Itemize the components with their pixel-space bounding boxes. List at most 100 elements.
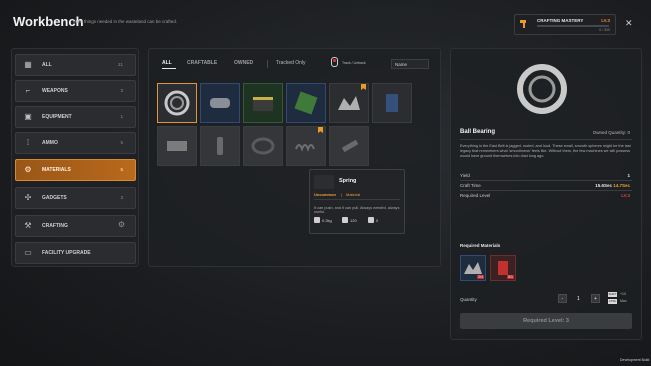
sidebar-item-materials[interactable]: ⚙ MATERIALS 5 [15, 159, 136, 181]
row-divider [460, 180, 632, 181]
item-slot-fuel-can[interactable] [372, 83, 412, 123]
craft-time-value: 15.6Sec 14.7Sec [595, 183, 630, 188]
metal-sheet-icon [167, 141, 187, 151]
sidebar-item-label: CRAFTING [42, 223, 68, 229]
wrench-icon: ⚒ [24, 221, 32, 230]
close-icon[interactable]: ✕ [625, 18, 633, 29]
sidebar-item-label: ALL [42, 62, 52, 68]
sidebar-item-all[interactable]: ▦ ALL 21 [15, 54, 136, 76]
material-count: 0/1 [507, 275, 514, 279]
recipe-grid-panel: ALL CRAFTABLE OWNED Tracked Only Track /… [148, 48, 441, 267]
fuel-can-icon [386, 94, 398, 112]
item-slot-metal-sheet[interactable] [157, 126, 197, 166]
craft-time-label: Craft Time [460, 183, 481, 188]
metal-pipe-icon [210, 98, 230, 108]
yield-label: Yield [460, 173, 470, 178]
sidebar-item-facility-upgrade[interactable]: ▭ FACILITY UPGRADE [15, 242, 136, 264]
owned-quantity: Owned Quantity: 0 [592, 130, 630, 135]
rope-coil-icon [251, 137, 275, 155]
ball-bearing-icon [164, 90, 190, 116]
shift-modifier: +10 [620, 292, 626, 296]
scrap-metal-icon [338, 96, 360, 110]
page-subtitle: Most things needed in the wasteland can … [73, 19, 178, 24]
item-details-panel: Ball Bearing Owned Quantity: 0 Everythin… [450, 48, 642, 340]
ammo-icon: ⁞ [26, 138, 30, 147]
craft-time-reduced: 14.7Sec [613, 183, 630, 188]
tab-owned[interactable]: OWNED [234, 60, 253, 66]
sidebar-item-crafting[interactable]: ⚒ CRAFTING ⚙ [15, 215, 136, 237]
tooltip-separator: | [341, 192, 343, 197]
material-count: 2/4 [477, 275, 484, 279]
active-tab-underline [162, 68, 176, 69]
mastery-label: CRAFTING MASTERY [537, 18, 584, 23]
item-tooltip: Spring Uncommon | Material It can push, … [309, 169, 405, 234]
required-level-label: Required Level [460, 193, 491, 198]
tooltip-type: Material [346, 192, 361, 197]
sort-dropdown[interactable]: Name [391, 59, 429, 69]
mastery-progress-text: 0 / 300 [599, 28, 610, 32]
value-icon [342, 217, 348, 223]
required-material-slot[interactable]: 2/4 [460, 255, 486, 281]
quantity-increase-button[interactable]: + [591, 294, 600, 303]
grid-icon: ▦ [24, 60, 32, 69]
required-material-slot[interactable]: 0/1 [490, 255, 516, 281]
quantity-value[interactable]: 1 [577, 296, 580, 302]
row-divider [460, 190, 632, 191]
sidebar-item-label: MATERIALS [42, 167, 71, 173]
battery-icon [253, 97, 273, 111]
spring-icon [314, 175, 334, 189]
sidebar-item-label: FACILITY UPGRADE [42, 250, 91, 256]
item-slot-pipe[interactable] [200, 83, 240, 123]
ctrl-key-hint: CTRL [608, 299, 617, 304]
quantity-label: Quantity [460, 297, 477, 302]
category-sidebar: ▦ ALL 21 ⌐ WEAPONS 3 ▣ EQUIPMENT 1 ⁞ AMM… [11, 48, 139, 267]
weight-icon [314, 217, 320, 223]
item-slot-spring[interactable] [286, 126, 326, 166]
ball-bearing-preview-icon [517, 64, 567, 114]
sidebar-item-count: 5 [120, 140, 123, 145]
vest-icon: ▣ [24, 112, 32, 121]
item-slot-glue-tube[interactable] [329, 126, 369, 166]
dev-build-label: Development Build [620, 358, 650, 362]
item-slot-ball-bearing[interactable] [157, 83, 197, 123]
sidebar-item-gadgets[interactable]: ✣ GADGETS 3 [15, 187, 136, 209]
required-materials-title: Required Materials [460, 243, 501, 248]
item-slot-rope[interactable] [243, 126, 283, 166]
spring-icon [295, 144, 315, 152]
track-untrack-hint: Track / Untrack [342, 61, 366, 65]
tab-all[interactable]: ALL [162, 60, 172, 66]
crafting-mastery-panel: CRAFTING MASTERY LV.3 0 / 300 [514, 14, 616, 35]
settings-gear-icon: ⚙ [117, 220, 125, 229]
tooltip-description: It can push, and it can pull. Always nee… [314, 206, 400, 214]
quantity-decrease-button[interactable]: - [558, 294, 567, 303]
shift-key-hint: SHIFT [608, 292, 617, 297]
gears-icon: ⚙ [24, 165, 32, 174]
tooltip-divider [314, 199, 400, 200]
tooltip-value: 120 [350, 218, 357, 223]
item-slot-circuit-board[interactable] [286, 83, 326, 123]
sidebar-item-label: AMMO [42, 140, 58, 146]
mastery-progress-bar [537, 25, 609, 27]
yield-value: 1 [627, 173, 630, 178]
sidebar-item-weapons[interactable]: ⌐ WEAPONS 3 [15, 80, 136, 102]
tab-craftable[interactable]: CRAFTABLE [187, 60, 217, 66]
tooltip-stack: 0 [376, 218, 379, 223]
item-slot-bottle[interactable] [200, 126, 240, 166]
gadget-icon: ✣ [24, 193, 32, 202]
item-slot-battery[interactable] [243, 83, 283, 123]
circuit-board-icon [294, 91, 318, 115]
tracked-only-toggle[interactable]: Tracked Only [276, 60, 306, 66]
sidebar-item-count: 5 [120, 167, 123, 172]
item-name: Ball Bearing [460, 129, 496, 135]
details-divider [460, 139, 632, 140]
sidebar-item-count: 3 [120, 88, 123, 93]
sidebar-item-ammo[interactable]: ⁞ AMMO 5 [15, 132, 136, 154]
item-description: Everything in the East Belt is jagged, r… [460, 144, 631, 158]
tooltip-weight: 0.2kg [322, 218, 332, 223]
item-slot-scrap-metal[interactable] [329, 83, 369, 123]
sidebar-item-equipment[interactable]: ▣ EQUIPMENT 1 [15, 106, 136, 128]
sidebar-item-count: 3 [120, 195, 123, 200]
bottle-icon [217, 137, 223, 155]
craft-button[interactable]: Required Level: 3 [460, 313, 632, 329]
required-level-value: LV.3 [621, 193, 630, 198]
